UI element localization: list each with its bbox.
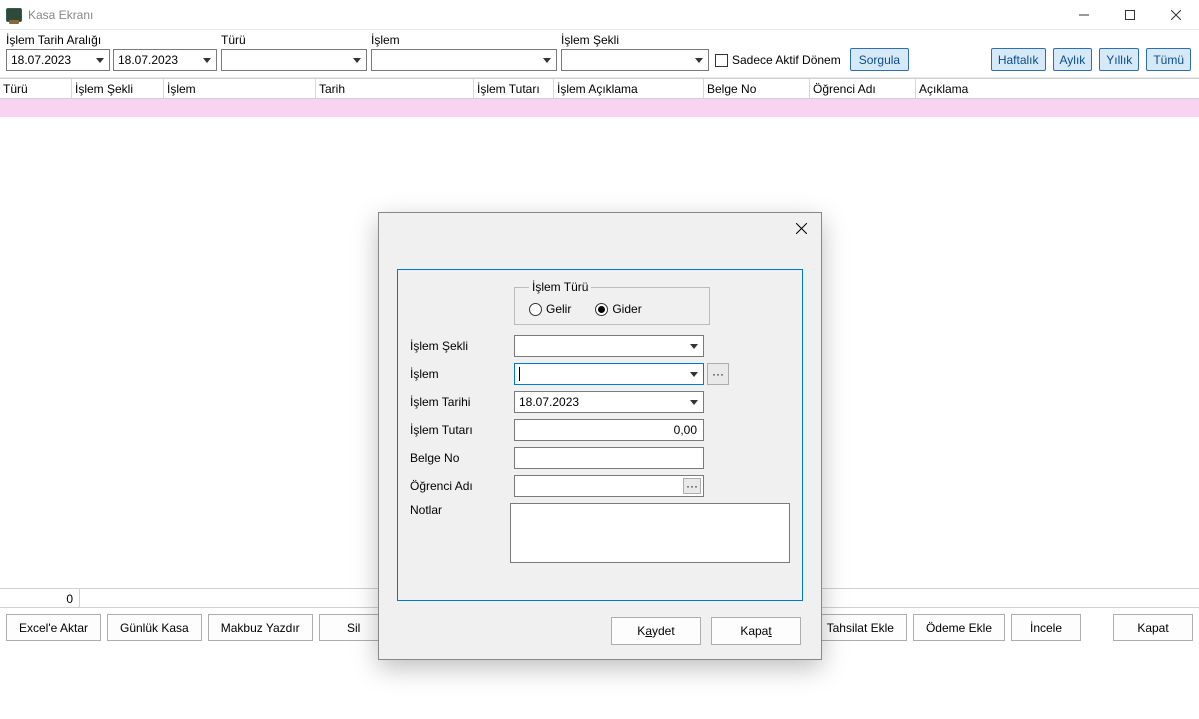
islem-tarihi-label: İşlem Tarihi <box>410 395 514 409</box>
query-button[interactable]: Sorgula <box>850 48 909 71</box>
islem-sekli-label: İşlem Şekli <box>410 339 514 353</box>
checkbox-icon <box>715 54 728 67</box>
chevron-down-icon <box>348 50 366 70</box>
inspect-button[interactable]: İncele <box>1011 614 1081 641</box>
islem-combo[interactable] <box>371 49 557 71</box>
col-islem-aciklama[interactable]: İşlem Açıklama <box>554 79 704 98</box>
receipt-print-button[interactable]: Makbuz Yazdır <box>208 614 313 641</box>
all-button[interactable]: Tümü <box>1146 48 1191 71</box>
ogrenci-adi-input[interactable]: ··· <box>514 475 704 497</box>
radio-icon <box>595 303 608 316</box>
date-to-value: 18.07.2023 <box>118 53 178 67</box>
belge-no-input[interactable] <box>514 447 704 469</box>
kaydet-button[interactable]: Kaydet <box>611 617 701 645</box>
app-icon <box>6 8 22 22</box>
islem-sekli-combo[interactable] <box>514 335 704 357</box>
ogrenci-more-button[interactable]: ··· <box>683 478 701 494</box>
status-count: 0 <box>0 589 80 607</box>
col-islem-sekli[interactable]: İşlem Şekli <box>72 79 164 98</box>
islem-more-button[interactable]: ··· <box>707 363 729 385</box>
kapat-button[interactable]: Kapat <box>711 617 801 645</box>
excel-export-button[interactable]: Excel'e Aktar <box>6 614 101 641</box>
add-payment-button[interactable]: Ödeme Ekle <box>913 614 1005 641</box>
grid-header: Türü İşlem Şekli İşlem Tarih İşlem Tutar… <box>0 79 1199 99</box>
radio-icon <box>529 303 542 316</box>
islem-combo[interactable] <box>514 363 704 385</box>
col-aciklama[interactable]: Açıklama <box>916 79 1126 98</box>
date-from-value: 18.07.2023 <box>11 53 71 67</box>
date-to-input[interactable]: 18.07.2023 <box>113 49 217 71</box>
islem-sekli-label: İşlem Şekli <box>561 33 709 47</box>
daily-cash-button[interactable]: Günlük Kasa <box>107 614 202 641</box>
window-close-button[interactable] <box>1153 0 1199 30</box>
islem-label: İşlem <box>410 367 514 381</box>
date-range-label: İşlem Tarih Aralığı <box>6 33 217 47</box>
only-active-checkbox[interactable]: Sadece Aktif Dönem <box>715 49 841 71</box>
islem-tutari-value: 0,00 <box>674 423 697 437</box>
yearly-button[interactable]: Yıllık <box>1099 48 1139 71</box>
filter-bar: İşlem Tarih Aralığı 18.07.2023 18.07.202… <box>0 30 1199 78</box>
chevron-down-icon <box>685 364 703 384</box>
date-from-input[interactable]: 18.07.2023 <box>6 49 110 71</box>
chevron-down-icon <box>685 336 703 356</box>
window-maximize-button[interactable] <box>1107 0 1153 30</box>
islem-tarihi-input[interactable]: 18.07.2023 <box>514 391 704 413</box>
entry-dialog: İşlem Türü Gelir Gider İşlem Şekli <box>378 212 822 660</box>
chevron-down-icon <box>91 50 109 70</box>
close-button[interactable]: Kapat <box>1113 614 1193 641</box>
islem-tarihi-value: 18.07.2023 <box>519 395 579 409</box>
islem-tutari-input[interactable]: 0,00 <box>514 419 704 441</box>
ogrenci-adi-label: Öğrenci Adı <box>410 479 514 493</box>
col-islem[interactable]: İşlem <box>164 79 316 98</box>
notlar-textarea[interactable] <box>510 503 790 563</box>
grid-area: Türü İşlem Şekli İşlem Tarih İşlem Tutar… <box>0 78 1199 588</box>
only-active-label: Sadece Aktif Dönem <box>732 53 841 67</box>
col-islem-tutari[interactable]: İşlem Tutarı <box>474 79 554 98</box>
islem-label: İşlem <box>371 33 557 47</box>
col-belge-no[interactable]: Belge No <box>704 79 810 98</box>
chevron-down-icon <box>690 50 708 70</box>
add-collection-button[interactable]: Tahsilat Ekle <box>814 614 907 641</box>
window-minimize-button[interactable] <box>1061 0 1107 30</box>
chevron-down-icon <box>538 50 556 70</box>
monthly-button[interactable]: Aylık <box>1053 48 1093 71</box>
col-turu[interactable]: Türü <box>0 79 72 98</box>
belge-no-label: Belge No <box>410 451 514 465</box>
window-titlebar: Kasa Ekranı <box>0 0 1199 30</box>
notlar-label: Notlar <box>410 503 510 563</box>
col-tarih[interactable]: Tarih <box>316 79 474 98</box>
chevron-down-icon <box>198 50 216 70</box>
type-combo[interactable] <box>221 49 367 71</box>
islem-sekli-combo[interactable] <box>561 49 709 71</box>
islem-turu-legend: İşlem Türü <box>529 280 591 294</box>
window-title: Kasa Ekranı <box>28 8 93 22</box>
radio-gider[interactable]: Gider <box>595 302 641 316</box>
islem-turu-group: İşlem Türü Gelir Gider <box>514 280 710 325</box>
weekly-button[interactable]: Haftalık <box>991 48 1046 71</box>
chevron-down-icon <box>685 392 703 412</box>
radio-gelir[interactable]: Gelir <box>529 302 571 316</box>
dialog-close-button[interactable] <box>787 217 815 239</box>
type-label: Türü <box>221 33 367 47</box>
col-ogrenci-adi[interactable]: Öğrenci Adı <box>810 79 916 98</box>
islem-tutari-label: İşlem Tutarı <box>410 423 514 437</box>
table-row[interactable] <box>0 99 1199 117</box>
